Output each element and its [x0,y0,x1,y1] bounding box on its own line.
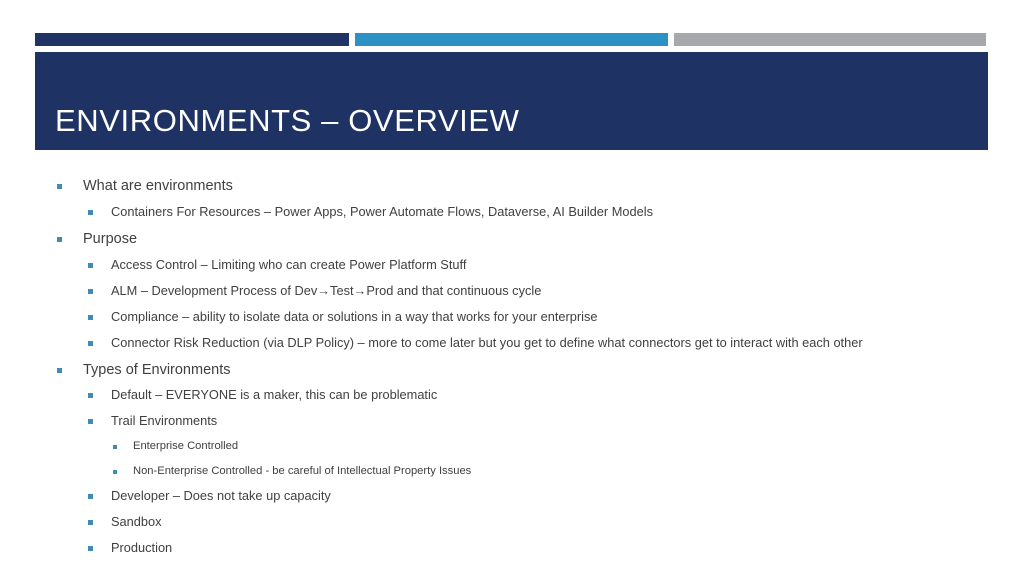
bullet-item-level-3: Enterprise Controlled [0,438,1024,463]
bullet-item-label: Access Control – Limiting who can create… [111,256,467,272]
bullet-square-icon [57,184,62,189]
bullet-square-icon [57,367,62,373]
bullet-item-label: Non-Enterprise Controlled - be careful o… [133,464,472,477]
decorative-bar-blue [355,33,668,46]
bullet-item-label: What are environments [83,178,233,194]
bullet-item-label: Sandbox [111,514,162,530]
bullet-item-label: Types of Environments [83,361,231,378]
bullet-item-level-2: Default – EVERYONE is a maker, this can … [0,386,1024,412]
bullet-item-level-2: Developer – Does not take up capacity [0,487,1024,513]
bullet-item-label: Developer – Does not take up capacity [111,488,331,504]
bullet-item-label: Compliance – ability to isolate data or … [111,308,598,324]
bullet-item-level-2: ALM – Development Process of Dev→Test→Pr… [0,282,1024,308]
bullet-item-level-2: Sandbox [0,513,1024,539]
bullet-item-level-3: Non-Enterprise Controlled - be careful o… [0,463,1024,488]
bullet-item-level-2: Compliance – ability to isolate data or … [0,308,1024,334]
bullet-square-icon [88,494,93,500]
decorative-bar-gray [674,33,986,46]
bullet-item-label: Production [111,540,173,556]
bullet-item-level-2: Production [0,539,1024,565]
bullet-item-label: Trail Environments [111,413,218,429]
bullet-square-icon [88,262,93,268]
bullet-item-level-1: What are environments [0,176,1024,203]
decorative-bar-group [0,33,1024,46]
bullet-square-icon [88,314,93,320]
bullet-item-label: Purpose [83,230,138,247]
bullet-item-label: Enterprise Controlled [133,440,239,453]
page-title: ENVIRONMENTS – OVERVIEW [55,103,520,138]
bullet-square-icon [88,288,93,294]
bullet-item-label: Default – EVERYONE is a maker, this can … [111,387,438,403]
bullet-item-label: Containers For Resources – Power Apps, P… [111,203,653,219]
bullet-square-icon [88,546,93,552]
bullet-square-icon [88,209,93,215]
title-banner: ENVIRONMENTS – OVERVIEW [35,52,988,150]
bullet-item-level-2: Connector Risk Reduction (via DLP Policy… [0,334,1024,360]
bullet-square-icon [88,520,93,526]
bullet-item-level-2: Access Control – Limiting who can create… [0,256,1024,282]
bullet-item-label: ALM – Development Process of Dev→Test→Pr… [111,282,542,298]
bullet-item-level-2: Trail Environments [0,412,1024,438]
bullet-item-level-2: Containers For Resources – Power Apps, P… [0,203,1024,229]
bullet-item-label: Connector Risk Reduction (via DLP Policy… [111,334,863,350]
bullet-list: What are environments Containers For Reso… [0,176,1024,565]
decorative-bar-navy [35,33,349,46]
bullet-item-level-1: Purpose [0,229,1024,256]
bullet-square-icon [88,419,93,425]
bullet-square-icon [113,469,117,474]
bullet-item-level-1: Types of Environments [0,360,1024,387]
bullet-square-icon [113,445,117,450]
bullet-square-icon [88,393,93,399]
bullet-square-icon [57,236,62,242]
bullet-square-icon [88,340,93,346]
